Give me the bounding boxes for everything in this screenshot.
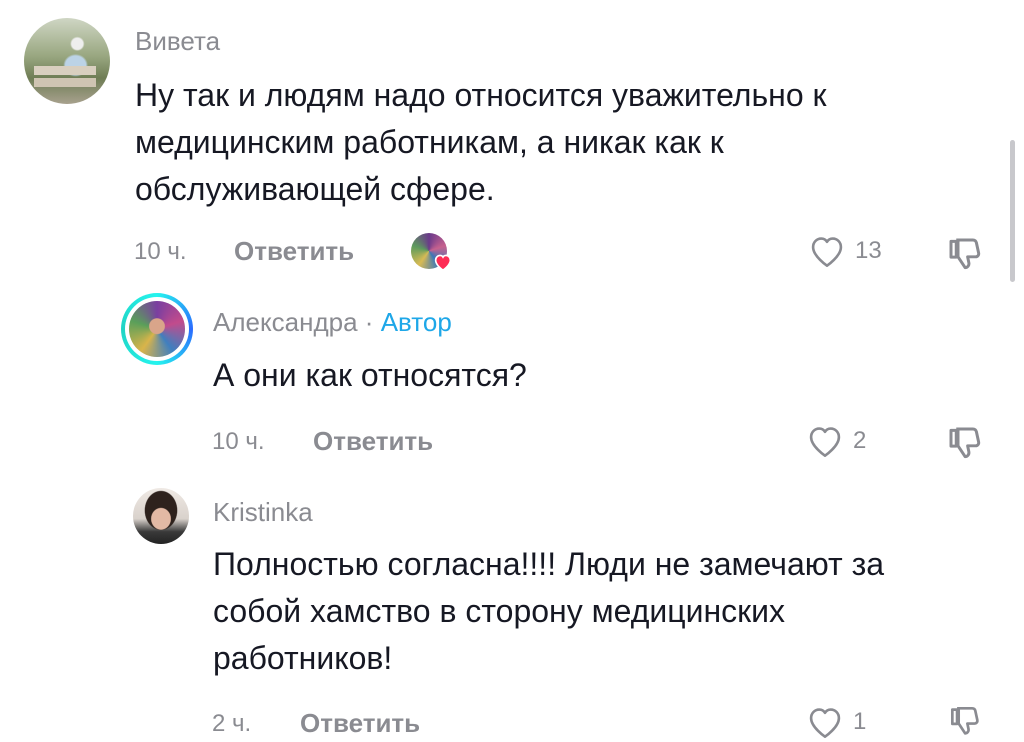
comment-time: 10 ч.: [134, 238, 187, 265]
comment-text: Ну так и людям надо относится уважительн…: [135, 72, 827, 213]
comment-time: 10 ч.: [212, 428, 265, 455]
avatar-viveta[interactable]: [24, 18, 110, 104]
comment-username[interactable]: Kristinka: [213, 497, 313, 528]
username-separator: ·: [364, 307, 374, 337]
like-count: 13: [855, 237, 882, 264]
comment-text: Полностью согласна!!!! Люди не замечают …: [213, 541, 884, 682]
reply-button[interactable]: Ответить: [313, 426, 433, 457]
scrollbar[interactable]: [1010, 140, 1015, 282]
reply-button[interactable]: Ответить: [234, 236, 354, 267]
like-count: 2: [853, 427, 867, 454]
liked-by-creator-badge: [411, 233, 452, 273]
like-button[interactable]: 13: [807, 233, 882, 269]
comment-text-line: Полностью согласна!!!! Люди не замечают …: [213, 546, 885, 582]
story-ring-gap: [125, 297, 189, 361]
heart-outline-icon: [809, 708, 841, 739]
author-tag: Автор: [380, 307, 452, 337]
heart-outline-icon: [809, 427, 841, 458]
thumb-down-outline-icon[interactable]: [944, 233, 986, 275]
creator-heart-badge-icon: [434, 254, 452, 271]
comment-text-line: А они как относятся?: [213, 357, 527, 393]
comment-time: 2 ч.: [212, 710, 252, 737]
reply-button[interactable]: Ответить: [300, 708, 420, 739]
avatar-kristinka[interactable]: [133, 488, 189, 544]
comment-text-line: Ну так и людям надо относится уважительн…: [135, 77, 827, 113]
avatar-image: [129, 301, 185, 357]
comment-username[interactable]: Вивета: [135, 26, 220, 57]
like-button[interactable]: 1: [805, 704, 866, 740]
avatar-aleksandra[interactable]: [121, 293, 193, 365]
avatar-bench-detail: [34, 66, 96, 75]
thumb-down-outline-icon[interactable]: [944, 422, 986, 464]
comment-text-line: обслуживающей сфере.: [135, 171, 495, 207]
comment-text: А они как относятся?: [213, 352, 527, 399]
heart-outline-icon: [811, 237, 843, 268]
comment-username-line: Александра · Автор: [213, 307, 452, 338]
comment-text-line: собой хамство в сторону медицинских: [213, 593, 785, 629]
comment-text-line: медицинским работникам, а никак как к: [135, 124, 724, 160]
thumb-down-outline-icon[interactable]: [944, 702, 986, 740]
comment-text-line: работников!: [213, 640, 393, 676]
like-count: 1: [853, 708, 867, 735]
comment-username[interactable]: Александра: [213, 307, 358, 337]
like-button[interactable]: 2: [805, 423, 866, 459]
